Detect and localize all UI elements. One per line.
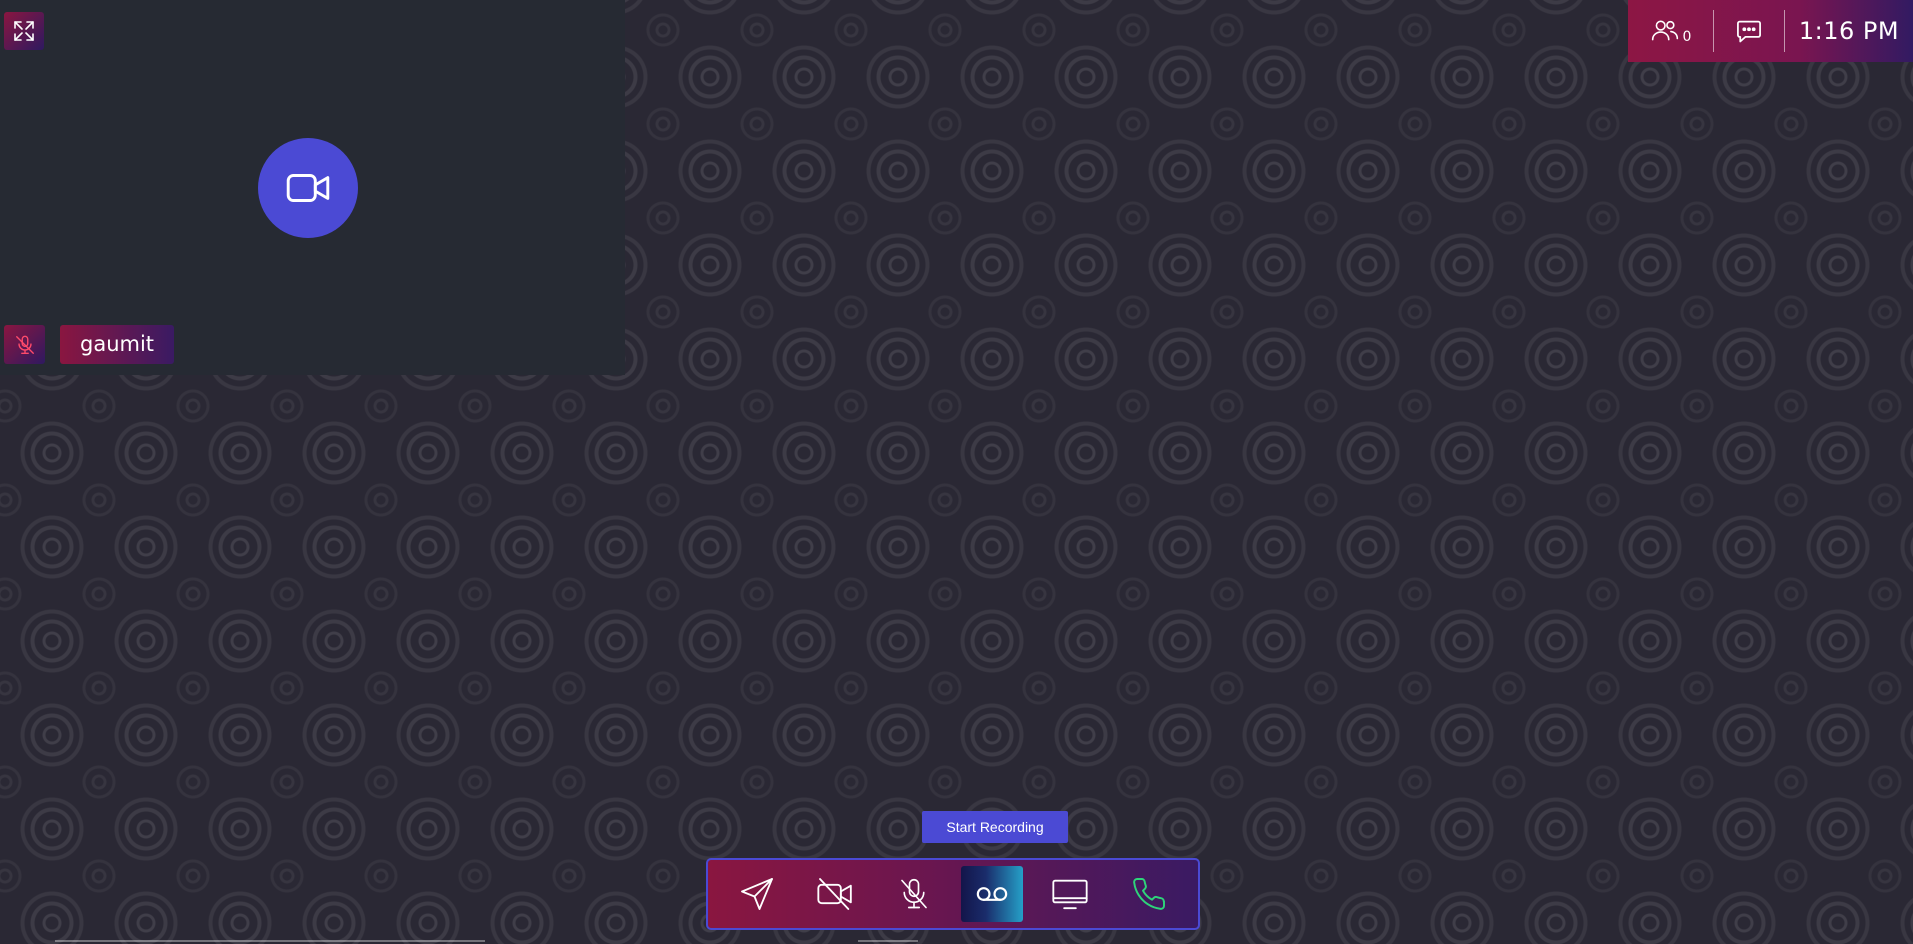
scroll-indicator: [55, 940, 485, 942]
camera-placeholder: [258, 138, 358, 238]
monitor-icon: [1052, 879, 1089, 910]
send-icon: [741, 878, 774, 910]
video-toggle-button[interactable]: [804, 866, 866, 922]
mic-muted-badge: [4, 325, 45, 364]
scroll-indicator: [858, 940, 918, 942]
clock: 1:16 PM: [1798, 17, 1900, 45]
expand-icon: [14, 21, 34, 41]
participant-name: gaumit: [60, 325, 175, 364]
call-button[interactable]: [1118, 866, 1180, 922]
chat-button[interactable]: [1714, 0, 1784, 62]
participants-button[interactable]: 0: [1628, 0, 1713, 62]
video-camera-icon: [286, 174, 330, 202]
participant-count: 0: [1682, 29, 1692, 45]
people-icon: [1651, 20, 1678, 41]
top-bar: 0 1:16 PM: [1628, 0, 1913, 62]
mic-toggle-button[interactable]: [883, 866, 945, 922]
screen-share-button[interactable]: [1039, 866, 1101, 922]
record-button[interactable]: [961, 866, 1024, 922]
call-controls: [706, 858, 1200, 930]
expand-button[interactable]: [4, 12, 44, 50]
chat-bubble-icon: [1737, 20, 1761, 43]
send-button[interactable]: [726, 866, 788, 922]
phone-icon: [1132, 878, 1165, 910]
mic-off-icon: [900, 878, 927, 909]
mic-off-icon: [15, 335, 34, 354]
video-off-icon: [817, 878, 853, 910]
local-video-tile: gaumit: [0, 0, 625, 375]
record-tooltip: Start Recording: [922, 811, 1068, 843]
voicemail-record-icon: [976, 887, 1008, 901]
